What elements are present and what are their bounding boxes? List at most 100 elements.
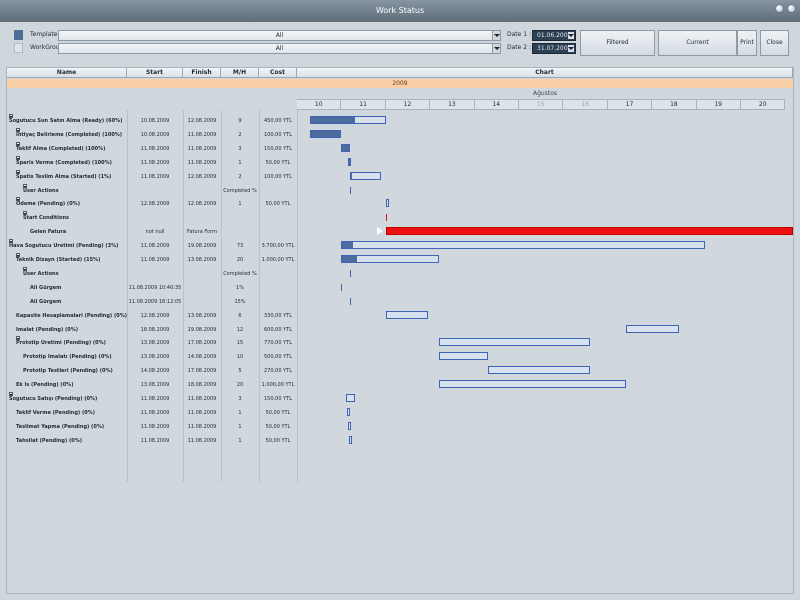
gantt-bar[interactable] <box>385 199 390 208</box>
table-row[interactable]: Ali Gürgem 11.08.2009 18:12:05 15% <box>7 295 297 309</box>
collapse-icon[interactable] <box>16 155 20 160</box>
gantt-bar[interactable] <box>348 421 352 430</box>
collapse-icon[interactable] <box>9 239 13 244</box>
current-button[interactable]: Current <box>658 30 737 56</box>
row-mh: 6 <box>238 312 242 319</box>
workgroup-select[interactable]: All <box>58 43 501 54</box>
gantt-bar[interactable] <box>625 324 679 333</box>
column-header-mh[interactable]: M/H <box>221 68 259 78</box>
gantt-bar[interactable] <box>350 171 382 180</box>
table-row[interactable]: Hava Sogutucu Uretimi (Pending) (3%) 11.0… <box>7 239 297 253</box>
table-row[interactable]: Spatis Teslim Alma (Started) (1%) 11.08.2… <box>7 169 297 184</box>
collapse-icon[interactable] <box>23 211 27 216</box>
collapse-icon[interactable] <box>9 114 13 118</box>
column-header-cost[interactable]: Cost <box>259 68 297 78</box>
row-name: Start Conditions <box>23 211 69 225</box>
row-finish: Fatura Form <box>187 229 217 236</box>
column-header-chart[interactable]: Chart <box>297 68 793 78</box>
template-select[interactable]: All <box>58 30 501 41</box>
collapse-icon[interactable] <box>16 197 20 202</box>
gantt-bar[interactable] <box>349 435 353 444</box>
gantt-bar[interactable] <box>439 338 591 347</box>
column-header-name[interactable]: Name <box>7 68 127 78</box>
gantt-bar[interactable] <box>487 366 591 375</box>
collapse-icon[interactable] <box>16 253 20 257</box>
table-row[interactable]: İhtiyaç Belirleme (Completed) (100%) 10.0… <box>7 127 297 142</box>
row-mh: Completed % <box>223 187 257 194</box>
row-mh: 1 <box>238 159 242 166</box>
table-row[interactable]: User Actions Completed % <box>7 183 297 198</box>
row-name: İhtiyaç Belirleme (Completed) (100%) <box>16 127 122 142</box>
chevron-down-icon[interactable] <box>492 44 500 53</box>
calendar-dropdown-icon[interactable] <box>568 32 574 39</box>
date1-picker[interactable]: 01.06.2009 <box>532 30 576 41</box>
column-header-finish[interactable]: Finish <box>183 68 221 78</box>
table-row[interactable]: Sparis Verme (Completed) (100%) 11.08.200… <box>7 155 297 170</box>
collapse-icon[interactable] <box>9 392 13 396</box>
collapse-icon[interactable] <box>16 169 20 174</box>
row-finish: 11.08.2009 <box>187 409 217 416</box>
table-row[interactable]: Ek Is (Pending) (0%) 13.08.2009 18.08.2009… <box>7 378 297 392</box>
gantt-bar[interactable] <box>341 241 706 250</box>
close-button[interactable]: Close <box>760 30 789 56</box>
gantt-bar[interactable] <box>341 255 440 263</box>
row-mh: 20 <box>236 257 244 263</box>
row-start: 18.08.2009 <box>140 326 170 333</box>
gantt-bar[interactable] <box>346 407 350 416</box>
filtered-button[interactable]: Filtered <box>580 30 655 56</box>
row-finish: 19.08.2009 <box>187 243 217 250</box>
gantt-bar[interactable] <box>310 116 386 124</box>
close-window-icon[interactable] <box>787 4 796 13</box>
gantt-bar[interactable] <box>310 129 342 138</box>
table-row[interactable]: Teslimat Yapma (Pending) (0%) 11.08.2009 1… <box>7 420 297 434</box>
collapse-icon[interactable] <box>16 127 20 132</box>
row-name-text: Prototip Imalatı (Pending) (0%) <box>23 354 112 361</box>
collapse-icon[interactable] <box>23 183 27 188</box>
date1-label: Date 1 : <box>507 31 531 38</box>
collapse-icon[interactable] <box>16 141 20 146</box>
gantt-bar-progress <box>349 158 351 165</box>
table-row[interactable]: Odeme (Pending) (0%) 12.08.2009 12.08.2009… <box>7 197 297 211</box>
row-name-text: Gelen Fatura <box>30 229 67 236</box>
table-row[interactable]: Prototip Uretimi (Pending) (0%) 13.08.200… <box>7 336 297 350</box>
table-row[interactable]: Prototip Imalatı (Pending) (0%) 13.08.200… <box>7 350 297 364</box>
table-row[interactable]: Ali Gürgem 11.08.2009 10:40:35 1% <box>7 281 297 295</box>
column-header-start[interactable]: Start <box>127 68 183 78</box>
collapse-icon[interactable] <box>16 336 20 341</box>
table-row[interactable]: Kapasite Hesaplamalari (Pending) (0%) 12.… <box>7 309 297 323</box>
timeline-day: 13 <box>430 99 475 110</box>
table-row[interactable]: Sogutucu Satışı (Pending) (0%) 11.08.2009… <box>7 392 297 406</box>
table-row[interactable]: Start Conditions <box>7 211 297 225</box>
chevron-down-icon[interactable] <box>492 31 500 40</box>
table-row[interactable]: Sogutucu Sun Satın Alma (Ready) (60%) 10.… <box>7 114 297 128</box>
table-row[interactable]: Tahsilat (Pending) (0%) 11.08.2009 11.08.2… <box>7 434 297 448</box>
gantt-bar-critical[interactable] <box>385 227 793 236</box>
gantt-bar[interactable] <box>348 157 352 166</box>
gantt-marker <box>350 186 352 194</box>
table-row[interactable]: Imalat (Pending) (0%) 18.08.2009 19.08.200… <box>7 323 297 337</box>
table-row[interactable]: Teklif Alma (Completed) (100%) 11.08.2009… <box>7 141 297 156</box>
table-row[interactable]: User Actions Completed % <box>7 266 297 281</box>
gantt-bar-progress <box>342 242 354 249</box>
row-name-text: Tahsilat (Pending) (0%) <box>16 437 83 444</box>
timeline-day: 20 <box>741 99 786 110</box>
table-row[interactable]: Teklif Verme (Pending) (0%) 11.08.2009 11.… <box>7 406 297 420</box>
calendar-dropdown-icon[interactable] <box>568 45 574 52</box>
minimize-icon[interactable] <box>775 4 784 13</box>
date2-picker[interactable]: 31.07.2009 <box>532 43 576 54</box>
collapse-icon[interactable] <box>23 266 27 271</box>
row-mh: 1 <box>238 437 242 444</box>
table-row[interactable]: Gelen Fatura not null Fatura Form <box>7 225 297 239</box>
print-button[interactable]: Print <box>737 30 757 56</box>
row-finish: 11.08.2009 <box>187 145 217 152</box>
gantt-bar[interactable] <box>439 380 626 389</box>
gantt-bar[interactable] <box>345 394 355 402</box>
gantt-bar[interactable] <box>439 352 488 361</box>
table-row[interactable]: Prototip Testleri (Pending) (0%) 14.08.20… <box>7 364 297 378</box>
window-titlebar: Work Status <box>0 0 800 22</box>
row-finish: 12.08.2009 <box>187 173 217 180</box>
gantt-bar[interactable] <box>385 310 428 319</box>
gantt-bar[interactable] <box>341 143 351 152</box>
table-row[interactable]: Teknik Dizayn (Started) (15%) 11.08.2009 1… <box>7 253 297 267</box>
row-finish: 11.08.2009 <box>187 423 217 430</box>
